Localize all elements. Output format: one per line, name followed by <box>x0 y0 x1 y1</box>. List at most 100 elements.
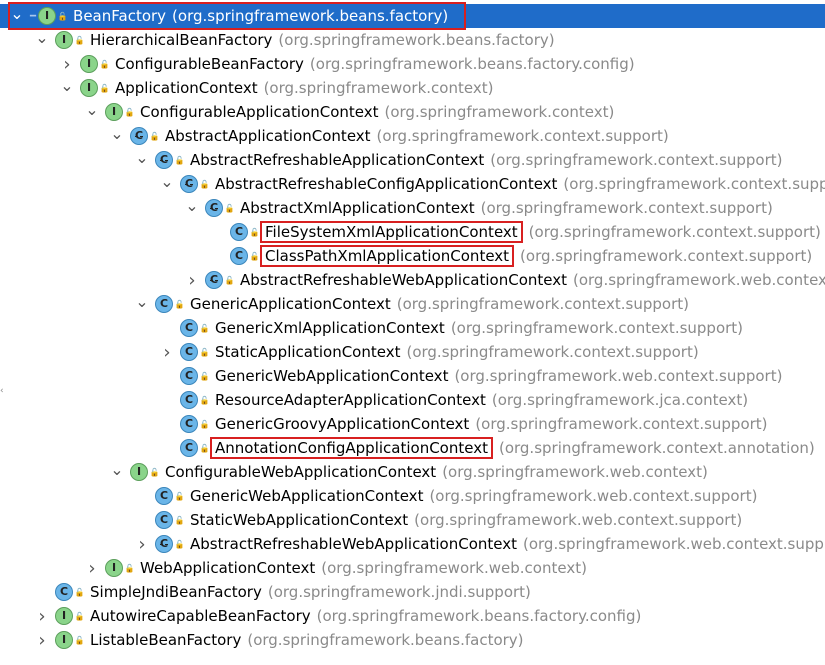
package-name: (org.springframework.context.supp <box>563 175 825 193</box>
tree-row[interactable]: ⌄ I 🔓 ConfigurableWebApplicationContext (org… <box>0 460 825 484</box>
package-name: (org.springframework.context) <box>263 79 494 97</box>
expand-arrow-icon[interactable]: › <box>135 534 149 555</box>
collapse-arrow-icon[interactable]: ⌄ <box>185 196 199 215</box>
tree-row[interactable]: C 🔓 GenericXmlApplicationContext (org.sprin… <box>0 316 825 340</box>
public-visibility-icon: 🔓 <box>174 299 185 309</box>
collapse-arrow-icon[interactable]: ⌄ <box>160 172 174 191</box>
class-icon: C <box>155 295 173 313</box>
tree-row[interactable]: C 🔓 GenericWebApplicationContext (org.sprin… <box>0 484 825 508</box>
package-name: (org.springframework.beans.factory) <box>278 31 555 49</box>
package-name: (org.springframework.context.support) <box>480 199 773 217</box>
tree-row[interactable]: › I 🔓 AutowireCapableBeanFactory (org.spring… <box>0 604 825 628</box>
package-name: (org.springframework.web.context.supp <box>523 535 824 553</box>
public-visibility-icon: 🔓 <box>124 563 135 573</box>
type-name: FileSystemXmlApplicationContext <box>260 221 523 243</box>
public-visibility-icon: 🔓 <box>199 395 210 405</box>
class-icon: C <box>180 439 198 457</box>
class-icon: C <box>155 487 173 505</box>
collapse-arrow-icon[interactable]: ⌄ <box>110 124 124 143</box>
public-visibility-icon: 🔓 <box>249 227 260 237</box>
public-visibility-icon: 🔓 <box>174 515 185 525</box>
type-name: AutowireCapableBeanFactory <box>90 607 311 625</box>
expand-arrow-icon[interactable]: › <box>160 342 174 363</box>
abstract-class-icon: C <box>205 271 223 289</box>
type-name: AbstractRefreshableWebApplicationContext <box>190 535 517 553</box>
expand-arrow-icon[interactable]: › <box>35 606 49 627</box>
collapse-arrow-icon[interactable]: ⌄ <box>135 148 149 167</box>
tree-row[interactable]: ⌄ C 🔓 AbstractXmlApplicationContext (org.spr… <box>0 196 825 220</box>
tree-row[interactable]: C 🔓 StaticWebApplicationContext (org.spring… <box>0 508 825 532</box>
expand-arrow-icon[interactable]: › <box>60 54 74 75</box>
tree-row[interactable]: ⌄ C 🔓 AbstractRefreshableConfigApplicationC… <box>0 172 825 196</box>
class-icon: C <box>230 223 248 241</box>
interface-icon: I <box>105 559 123 577</box>
gutter-marker-icon: ‹ <box>0 386 4 396</box>
public-visibility-icon: 🔓 <box>199 371 210 381</box>
collapse-arrow-icon[interactable]: ⌄ <box>35 28 49 47</box>
tree-row[interactable]: › I 🔓 ConfigurableBeanFactory (org.springfra… <box>0 52 825 76</box>
class-icon: C <box>180 367 198 385</box>
type-hierarchy-tree[interactable]: ⌄ ━ I 🔓 BeanFactory (org.springframework.bean… <box>0 0 825 665</box>
type-name: GenericGroovyApplicationContext <box>215 415 470 433</box>
tree-row[interactable]: C 🔓 GenericGroovyApplicationContext (org.sp… <box>0 412 825 436</box>
tree-row[interactable]: › C 🔓 AbstractRefreshableWebApplicationCont… <box>0 268 825 292</box>
package-name: (org.springframework.context.support) <box>520 247 813 265</box>
public-visibility-icon: 🔓 <box>149 467 160 477</box>
type-name: ConfigurableBeanFactory <box>115 55 304 73</box>
abstract-class-icon: C <box>155 151 173 169</box>
public-visibility-icon: 🔓 <box>249 251 260 261</box>
type-name: ConfigurableWebApplicationContext <box>165 463 437 481</box>
tree-row[interactable]: C 🔓 SimpleJndiBeanFactory (org.springframew… <box>0 580 825 604</box>
public-visibility-icon: 🔓 <box>99 59 110 69</box>
type-name: GenericWebApplicationContext <box>190 487 424 505</box>
tree-row[interactable]: C 🔓 GenericWebApplicationContext (org.sprin… <box>0 364 825 388</box>
public-visibility-icon: 🔓 <box>224 275 235 285</box>
abstract-class-icon: C <box>130 127 148 145</box>
tree-row[interactable]: C 🔓 AnnotationConfigApplicationContext (org… <box>0 436 825 460</box>
tree-row[interactable]: › C 🔓 AbstractRefreshableWebApplicationCont… <box>0 532 825 556</box>
package-name: (org.springframework.context.support) <box>376 127 669 145</box>
collapse-arrow-icon[interactable]: ⌄ <box>60 76 74 95</box>
package-name: (org.springframework.context.annotation) <box>498 439 815 457</box>
tree-row[interactable]: C 🔓 ResourceAdapterApplicationContext (org.… <box>0 388 825 412</box>
package-name: (org.springframework.context) <box>384 103 615 121</box>
interface-icon: I <box>55 631 73 649</box>
type-name: SimpleJndiBeanFactory <box>90 583 262 601</box>
public-visibility-icon: 🔓 <box>74 635 85 645</box>
class-icon: C <box>180 391 198 409</box>
tree-row[interactable]: ⌄ I 🔓 ApplicationContext (org.springframewor… <box>0 76 825 100</box>
collapse-arrow-icon[interactable]: ⌄ <box>110 460 124 479</box>
tree-row[interactable]: › I 🔓 WebApplicationContext (org.springframe… <box>0 556 825 580</box>
public-visibility-icon: 🔓 <box>74 35 85 45</box>
tree-row[interactable]: ⌄ I 🔓 ConfigurableApplicationContext (org.sp… <box>0 100 825 124</box>
package-name: (org.springframework.context.support) <box>396 295 689 313</box>
package-name: (org.springframework.web.context.support… <box>414 511 743 529</box>
package-name: (org.springframework.context.support) <box>490 151 783 169</box>
abstract-class-icon: C <box>155 535 173 553</box>
tree-row[interactable]: ⌄ C 🔓 AbstractApplicationContext (org.spring… <box>0 124 825 148</box>
abstract-class-icon: C <box>205 199 223 217</box>
tree-row[interactable]: › C 🔓 StaticApplicationContext (org.springfr… <box>0 340 825 364</box>
package-name: (org.springframework.beans.factory) <box>247 631 524 649</box>
expand-arrow-icon[interactable]: › <box>185 270 199 291</box>
type-name: StaticWebApplicationContext <box>190 511 409 529</box>
collapse-arrow-icon[interactable]: ⌄ <box>85 100 99 119</box>
expand-arrow-icon[interactable]: › <box>35 630 49 651</box>
public-visibility-icon: 🔓 <box>124 107 135 117</box>
type-name: AbstractRefreshableApplicationContext <box>190 151 485 169</box>
tree-row[interactable]: ⌄ I 🔓 HierarchicalBeanFactory (org.springfra… <box>0 28 825 52</box>
type-name: AbstractRefreshableConfigApplicationCont… <box>215 175 558 193</box>
package-name: (org.springframework.context.support) <box>450 319 744 337</box>
type-name: ResourceAdapterApplicationContext <box>215 391 486 409</box>
type-name: ListableBeanFactory <box>90 631 242 649</box>
tree-row[interactable]: ⌄ C 🔓 AbstractRefreshableApplicationContext… <box>0 148 825 172</box>
tree-row[interactable]: C 🔓 ClassPathXmlApplicationContext (org.spr… <box>0 244 825 268</box>
tree-row[interactable]: › I 🔓 ListableBeanFactory (org.springframewo… <box>0 628 825 652</box>
package-name: (org.springframework.web.context) <box>321 559 587 577</box>
package-name: (org.springframework.context.support) <box>528 223 821 241</box>
tree-row[interactable]: C 🔓 FileSystemXmlApplicationContext (org.sp… <box>0 220 825 244</box>
collapse-arrow-icon[interactable]: ⌄ <box>135 292 149 311</box>
tree-row[interactable]: ⌄ C 🔓 GenericApplicationContext (org.springf… <box>0 292 825 316</box>
expand-arrow-icon[interactable]: › <box>85 558 99 579</box>
public-visibility-icon: 🔓 <box>199 323 210 333</box>
